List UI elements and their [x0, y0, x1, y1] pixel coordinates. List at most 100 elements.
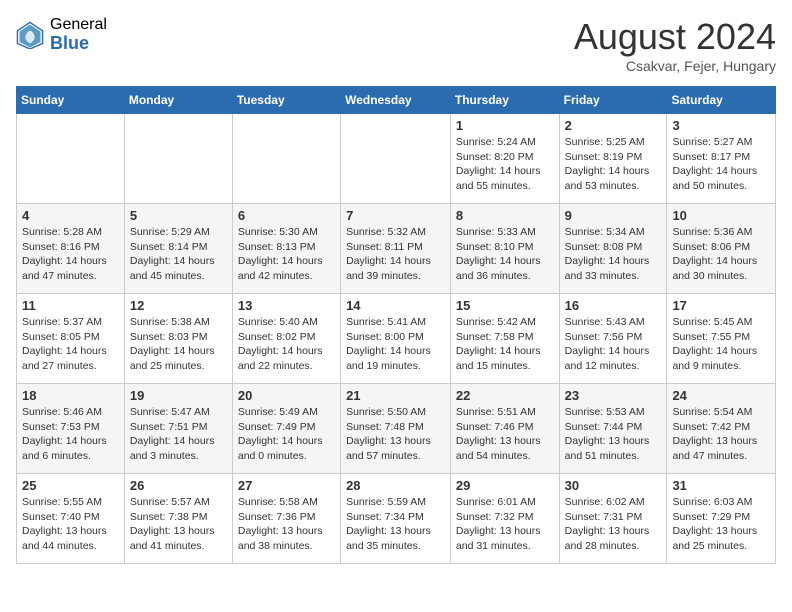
day-number: 24 [672, 388, 770, 403]
day-info: Sunrise: 5:59 AM Sunset: 7:34 PM Dayligh… [346, 495, 445, 554]
day-number: 2 [565, 118, 662, 133]
day-info: Sunrise: 5:57 AM Sunset: 7:38 PM Dayligh… [130, 495, 227, 554]
day-number: 15 [456, 298, 554, 313]
weekday-header-monday: Monday [124, 87, 232, 114]
day-number: 27 [238, 478, 335, 493]
day-cell [341, 114, 451, 204]
title-block: August 2024 Csakvar, Fejer, Hungary [574, 16, 776, 74]
weekday-header-sunday: Sunday [17, 87, 125, 114]
day-info: Sunrise: 5:43 AM Sunset: 7:56 PM Dayligh… [565, 315, 662, 374]
day-cell: 21 Sunrise: 5:50 AM Sunset: 7:48 PM Dayli… [341, 384, 451, 474]
day-info: Sunrise: 5:55 AM Sunset: 7:40 PM Dayligh… [22, 495, 119, 554]
month-title: August 2024 [574, 16, 776, 58]
day-cell: 27 Sunrise: 5:58 AM Sunset: 7:36 PM Dayli… [232, 474, 340, 564]
day-info: Sunrise: 6:03 AM Sunset: 7:29 PM Dayligh… [672, 495, 770, 554]
day-cell: 13Sunrise: 5:40 AM Sunset: 8:02 PM Dayli… [232, 294, 340, 384]
day-number: 28 [346, 478, 445, 493]
day-cell: 2Sunrise: 5:25 AM Sunset: 8:19 PM Daylig… [559, 114, 667, 204]
day-number: 20 [238, 388, 335, 403]
day-info: Sunrise: 5:29 AM Sunset: 8:14 PM Dayligh… [130, 225, 227, 284]
day-cell: 9Sunrise: 5:34 AM Sunset: 8:08 PM Daylig… [559, 204, 667, 294]
day-number: 31 [672, 478, 770, 493]
day-number: 12 [130, 298, 227, 313]
day-cell: 5 Sunrise: 5:29 AM Sunset: 8:14 PM Daylig… [124, 204, 232, 294]
week-row-1: 1 Sunrise: 5:24 AM Sunset: 8:20 PM Daylig… [17, 114, 776, 204]
day-number: 7 [346, 208, 445, 223]
day-cell: 28 Sunrise: 5:59 AM Sunset: 7:34 PM Dayli… [341, 474, 451, 564]
day-info: Sunrise: 5:28 AM Sunset: 8:16 PM Dayligh… [22, 225, 119, 284]
day-number: 23 [565, 388, 662, 403]
day-cell: 20 Sunrise: 5:49 AM Sunset: 7:49 PM Dayli… [232, 384, 340, 474]
day-info: Sunrise: 5:51 AM Sunset: 7:46 PM Dayligh… [456, 405, 554, 464]
day-cell: 19Sunrise: 5:47 AM Sunset: 7:51 PM Dayli… [124, 384, 232, 474]
logo-text: General Blue [50, 16, 107, 53]
week-row-2: 4 Sunrise: 5:28 AM Sunset: 8:16 PM Daylig… [17, 204, 776, 294]
day-cell: 17Sunrise: 5:45 AM Sunset: 7:55 PM Dayli… [667, 294, 776, 384]
day-cell: 29Sunrise: 6:01 AM Sunset: 7:32 PM Dayli… [450, 474, 559, 564]
day-cell [232, 114, 340, 204]
weekday-header-saturday: Saturday [667, 87, 776, 114]
week-row-3: 11 Sunrise: 5:37 AM Sunset: 8:05 PM Dayli… [17, 294, 776, 384]
day-info: Sunrise: 5:32 AM Sunset: 8:11 PM Dayligh… [346, 225, 445, 284]
day-info: Sunrise: 5:41 AM Sunset: 8:00 PM Dayligh… [346, 315, 445, 374]
logo-icon [16, 21, 44, 49]
day-cell: 16 Sunrise: 5:43 AM Sunset: 7:56 PM Dayli… [559, 294, 667, 384]
weekday-header-wednesday: Wednesday [341, 87, 451, 114]
day-number: 4 [22, 208, 119, 223]
day-info: Sunrise: 5:24 AM Sunset: 8:20 PM Dayligh… [456, 135, 554, 194]
day-cell: 10 Sunrise: 5:36 AM Sunset: 8:06 PM Dayli… [667, 204, 776, 294]
day-cell: 24 Sunrise: 5:54 AM Sunset: 7:42 PM Dayli… [667, 384, 776, 474]
day-number: 29 [456, 478, 554, 493]
day-cell: 14 Sunrise: 5:41 AM Sunset: 8:00 PM Dayli… [341, 294, 451, 384]
day-info: Sunrise: 5:38 AM Sunset: 8:03 PM Dayligh… [130, 315, 227, 374]
day-cell: 12 Sunrise: 5:38 AM Sunset: 8:03 PM Dayli… [124, 294, 232, 384]
day-cell: 1 Sunrise: 5:24 AM Sunset: 8:20 PM Daylig… [450, 114, 559, 204]
day-number: 11 [22, 298, 119, 313]
day-cell: 3 Sunrise: 5:27 AM Sunset: 8:17 PM Daylig… [667, 114, 776, 204]
location: Csakvar, Fejer, Hungary [574, 58, 776, 74]
day-number: 13 [238, 298, 335, 313]
day-number: 1 [456, 118, 554, 133]
day-cell: 11 Sunrise: 5:37 AM Sunset: 8:05 PM Dayli… [17, 294, 125, 384]
day-number: 16 [565, 298, 662, 313]
day-cell: 6Sunrise: 5:30 AM Sunset: 8:13 PM Daylig… [232, 204, 340, 294]
day-info: Sunrise: 5:54 AM Sunset: 7:42 PM Dayligh… [672, 405, 770, 464]
day-number: 22 [456, 388, 554, 403]
day-info: Sunrise: 5:58 AM Sunset: 7:36 PM Dayligh… [238, 495, 335, 554]
day-cell [17, 114, 125, 204]
day-info: Sunrise: 5:36 AM Sunset: 8:06 PM Dayligh… [672, 225, 770, 284]
weekday-header-thursday: Thursday [450, 87, 559, 114]
day-info: Sunrise: 5:37 AM Sunset: 8:05 PM Dayligh… [22, 315, 119, 374]
day-info: Sunrise: 5:42 AM Sunset: 7:58 PM Dayligh… [456, 315, 554, 374]
calendar-table: SundayMondayTuesdayWednesdayThursdayFrid… [16, 86, 776, 564]
week-row-4: 18 Sunrise: 5:46 AM Sunset: 7:53 PM Dayli… [17, 384, 776, 474]
day-cell: 31 Sunrise: 6:03 AM Sunset: 7:29 PM Dayli… [667, 474, 776, 564]
day-number: 6 [238, 208, 335, 223]
day-number: 18 [22, 388, 119, 403]
day-number: 19 [130, 388, 227, 403]
day-number: 14 [346, 298, 445, 313]
logo: General Blue [16, 16, 107, 53]
day-number: 17 [672, 298, 770, 313]
day-info: Sunrise: 5:27 AM Sunset: 8:17 PM Dayligh… [672, 135, 770, 194]
day-cell: 18 Sunrise: 5:46 AM Sunset: 7:53 PM Dayli… [17, 384, 125, 474]
day-cell: 15 Sunrise: 5:42 AM Sunset: 7:58 PM Dayli… [450, 294, 559, 384]
week-row-5: 25Sunrise: 5:55 AM Sunset: 7:40 PM Dayli… [17, 474, 776, 564]
day-number: 10 [672, 208, 770, 223]
day-info: Sunrise: 6:02 AM Sunset: 7:31 PM Dayligh… [565, 495, 662, 554]
day-info: Sunrise: 5:46 AM Sunset: 7:53 PM Dayligh… [22, 405, 119, 464]
day-number: 30 [565, 478, 662, 493]
day-cell: 23 Sunrise: 5:53 AM Sunset: 7:44 PM Dayli… [559, 384, 667, 474]
day-number: 3 [672, 118, 770, 133]
day-info: Sunrise: 5:34 AM Sunset: 8:08 PM Dayligh… [565, 225, 662, 284]
day-number: 21 [346, 388, 445, 403]
logo-general: General [50, 16, 107, 34]
day-info: Sunrise: 5:53 AM Sunset: 7:44 PM Dayligh… [565, 405, 662, 464]
day-number: 5 [130, 208, 227, 223]
day-info: Sunrise: 5:49 AM Sunset: 7:49 PM Dayligh… [238, 405, 335, 464]
day-cell: 22 Sunrise: 5:51 AM Sunset: 7:46 PM Dayli… [450, 384, 559, 474]
day-cell: 7 Sunrise: 5:32 AM Sunset: 8:11 PM Daylig… [341, 204, 451, 294]
page-header: General Blue August 2024 Csakvar, Fejer,… [16, 16, 776, 74]
day-info: Sunrise: 5:50 AM Sunset: 7:48 PM Dayligh… [346, 405, 445, 464]
day-cell: 25Sunrise: 5:55 AM Sunset: 7:40 PM Dayli… [17, 474, 125, 564]
